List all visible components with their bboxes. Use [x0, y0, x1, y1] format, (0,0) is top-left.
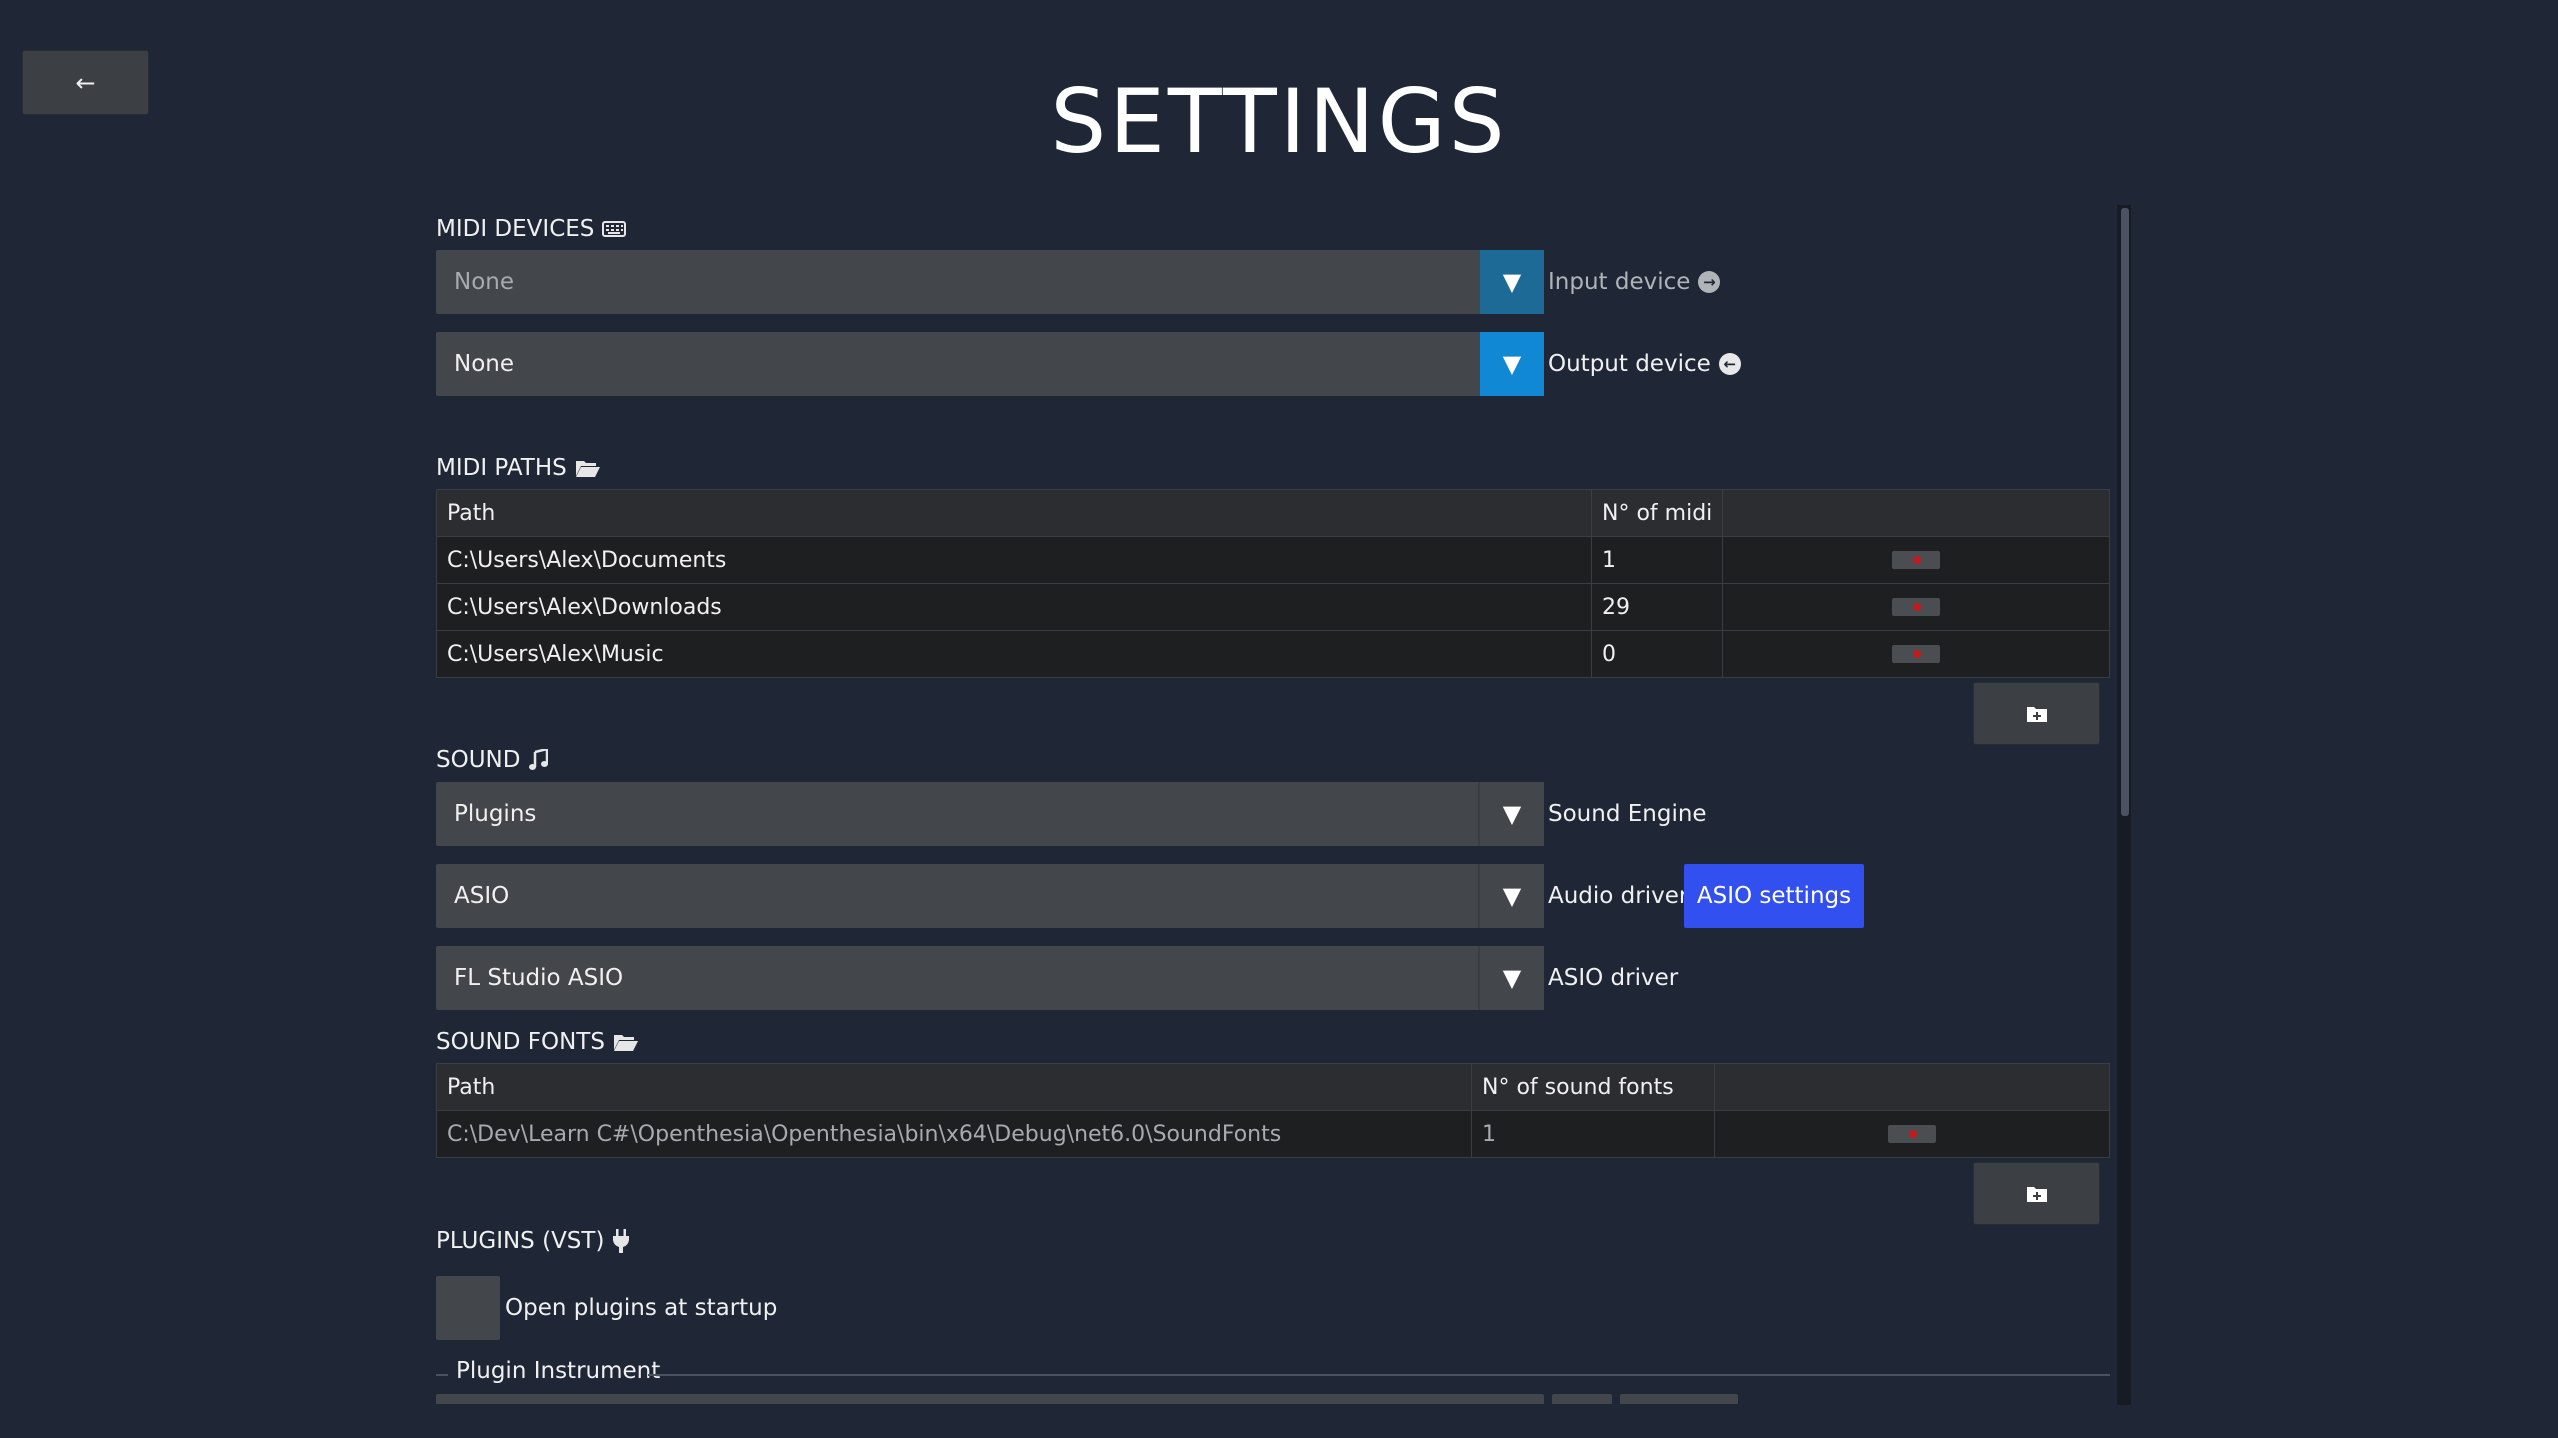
music-note-icon — [529, 749, 549, 770]
plugin-instrument-dropdown[interactable] — [436, 1394, 1544, 1404]
arrow-circle-right-icon: → — [1698, 271, 1721, 293]
column-header-actions — [1722, 489, 2110, 537]
chevron-down-icon[interactable]: ▼ — [1478, 864, 1544, 928]
input-device-dropdown[interactable]: None ▼ — [436, 250, 1544, 314]
scrollbar-thumb[interactable] — [2121, 208, 2129, 816]
count-cell: 29 — [1590, 583, 1724, 631]
open-plugins-at-startup-checkbox[interactable] — [436, 1276, 500, 1340]
chevron-down-icon[interactable]: ▼ — [1478, 782, 1544, 846]
column-header-count: N° of sound fonts — [1471, 1063, 1715, 1111]
delete-soundfont-button[interactable] — [1888, 1125, 1936, 1143]
table-row: C:\Users\Alex\Downloads 29 — [436, 583, 2110, 631]
sound-engine-label: Sound Engine — [1548, 801, 1707, 827]
asio-driver-dropdown[interactable]: FL Studio ASIO ▼ — [436, 946, 1544, 1010]
keyboard-icon — [602, 221, 627, 237]
table-header-row: Path N° of sound fonts — [436, 1063, 2110, 1111]
table-row: C:\Users\Alex\Music 0 — [436, 630, 2110, 678]
asio-driver-label: ASIO driver — [1548, 965, 1679, 991]
plugin-instrument-group-label: Plugin Instrument — [456, 1358, 661, 1384]
count-cell: 1 — [1471, 1110, 1715, 1158]
page-title: SETTINGS — [1050, 70, 1508, 173]
delete-cell — [1722, 583, 2110, 631]
asio-driver-value: FL Studio ASIO — [454, 965, 624, 991]
asio-settings-button[interactable]: ASIO settings — [1684, 864, 1864, 928]
delete-cell — [1722, 630, 2110, 678]
chevron-down-icon[interactable]: ▼ — [1480, 250, 1544, 314]
table-row: C:\Users\Alex\Documents 1 — [436, 536, 2110, 584]
delete-cell — [1714, 1110, 2110, 1158]
count-cell: 1 — [1590, 536, 1724, 584]
folder-open-icon — [575, 461, 600, 477]
audio-driver-value: ASIO — [454, 883, 510, 909]
folder-plus-icon — [2026, 1186, 2047, 1202]
open-plugins-at-startup-label: Open plugins at startup — [505, 1295, 778, 1321]
sound-heading: SOUND — [436, 747, 549, 773]
folder-open-icon — [613, 1035, 638, 1051]
sound-engine-value: Plugins — [454, 801, 537, 827]
path-cell: C:\Users\Alex\Documents — [436, 536, 1592, 584]
count-cell: 0 — [1590, 630, 1724, 678]
delete-path-button[interactable] — [1892, 551, 1941, 569]
audio-driver-label: Audio driver — [1548, 883, 1689, 909]
path-cell: C:\Users\Alex\Downloads — [436, 583, 1592, 631]
chevron-down-icon[interactable]: ▼ — [1480, 332, 1544, 396]
midi-paths-heading: MIDI PATHS — [436, 455, 601, 481]
input-device-value: None — [454, 269, 515, 295]
path-cell: C:\Users\Alex\Music — [436, 630, 1592, 678]
midi-devices-heading: MIDI DEVICES — [436, 216, 627, 242]
delete-cell — [1722, 536, 2110, 584]
sound-fonts-table: Path N° of sound fonts C:\Dev\Learn C#\O… — [436, 1063, 2110, 1158]
chevron-down-icon[interactable]: ▼ — [1478, 946, 1544, 1010]
delete-path-button[interactable] — [1892, 598, 1941, 616]
column-header-path: Path — [436, 489, 1592, 537]
column-header-actions — [1714, 1063, 2110, 1111]
sound-fonts-heading: SOUND FONTS — [436, 1029, 639, 1055]
output-device-label: Output device ← — [1548, 332, 1741, 396]
plugins-heading: PLUGINS (VST) — [436, 1228, 630, 1254]
input-device-label: Input device → — [1548, 250, 1721, 314]
output-device-value: None — [454, 351, 515, 377]
column-header-count: N° of midi — [1590, 489, 1724, 537]
sound-engine-dropdown[interactable]: Plugins ▼ — [436, 782, 1544, 846]
column-header-path: Path — [436, 1063, 1472, 1111]
folder-plus-icon — [2026, 706, 2047, 722]
arrow-circle-left-icon: ← — [1718, 353, 1741, 375]
table-row: C:\Dev\Learn C#\Openthesia\Openthesia\bi… — [436, 1110, 2110, 1158]
delete-path-button[interactable] — [1892, 645, 1941, 663]
group-divider — [436, 1374, 448, 1376]
group-divider — [648, 1374, 2110, 1376]
plugin-instrument-button[interactable] — [1620, 1394, 1738, 1404]
add-midi-path-button[interactable] — [1973, 682, 2100, 745]
output-device-dropdown[interactable]: None ▼ — [436, 332, 1544, 396]
plug-icon — [613, 1229, 630, 1253]
midi-paths-table: Path N° of midi C:\Users\Alex\Documents … — [436, 489, 2110, 678]
table-header-row: Path N° of midi — [436, 489, 2110, 537]
path-cell: C:\Dev\Learn C#\Openthesia\Openthesia\bi… — [436, 1110, 1472, 1158]
audio-driver-dropdown[interactable]: ASIO ▼ — [436, 864, 1544, 928]
plugin-instrument-button[interactable] — [1552, 1394, 1612, 1404]
add-soundfont-path-button[interactable] — [1973, 1162, 2100, 1225]
